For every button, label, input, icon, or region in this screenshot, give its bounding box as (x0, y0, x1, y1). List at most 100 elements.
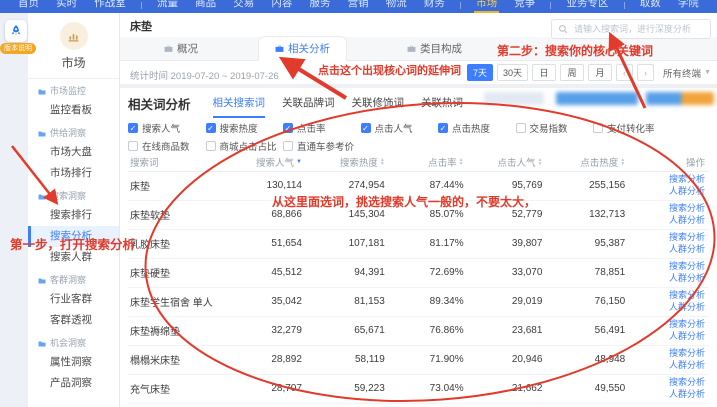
nav-item-data-fetch[interactable]: 取数 (638, 0, 663, 13)
crowd-analysis-link[interactable]: 人群分析 (669, 360, 705, 371)
nav-item-market[interactable]: 市场 (474, 0, 499, 13)
filter-online-items[interactable]: 在线商品数 (128, 139, 206, 153)
nav-item-trade[interactable]: 交易 (231, 0, 256, 13)
nav-item-finance[interactable]: 财务 (422, 0, 447, 13)
sort-toggle-icon[interactable]: ▲▼ (380, 158, 385, 166)
table-row: 床垫硬垫 45,512 94,391 72.69% 33,070 78,851 … (128, 258, 709, 287)
keyword-cell: 乳胶床垫 (128, 229, 241, 258)
ptab-modifier-words[interactable]: 关联修饰词 (352, 95, 405, 118)
filter-click-rate[interactable]: ✓点击率 (283, 121, 361, 135)
range-month-button[interactable]: 月 (588, 64, 612, 81)
col-search-popularity: 搜索人气▼ (241, 154, 318, 171)
crowd-analysis-link[interactable]: 人群分析 (669, 215, 705, 226)
blurred-legend-chip (646, 92, 714, 105)
range-week-button[interactable]: 周 (560, 64, 584, 81)
search-analysis-link[interactable]: 搜索分析 (669, 174, 705, 185)
sidebar-item-market-ranking[interactable]: 市场排行 (28, 163, 119, 184)
keyword-cell: 充气床垫 (128, 374, 241, 403)
sort-toggle-icon[interactable]: ▲▼ (459, 158, 464, 166)
sidebar-item-product-insight[interactable]: 产品洞察 (28, 373, 119, 394)
folder-icon (38, 130, 46, 138)
filter-trade-index[interactable]: 交易指数 (516, 121, 594, 135)
filter-ztc-ref-price[interactable]: 直通车参考价 (283, 139, 361, 153)
search-analysis-link[interactable]: 搜索分析 (669, 319, 705, 330)
table-row: 床垫褥绵垫 32,279 65,671 76.86% 23,681 56,491… (128, 316, 709, 345)
nav-item-goods[interactable]: 商品 (193, 0, 218, 13)
tab-related-analysis[interactable]: 相关分析 (258, 36, 347, 61)
market-app-icon (60, 22, 88, 50)
checkbox-checked-icon: ✓ (128, 123, 138, 133)
sidebar-item-attribute-insight[interactable]: 属性洞察 (28, 352, 119, 373)
col-search-heat: 搜索热度▲▼ (318, 154, 401, 171)
crowd-analysis-link[interactable]: 人群分析 (669, 389, 705, 400)
search-analysis-link[interactable]: 搜索分析 (669, 377, 705, 388)
search-input[interactable] (572, 23, 704, 35)
sidebar-item-monitor-board[interactable]: 监控看板 (28, 100, 119, 121)
filter-click-heat[interactable]: ✓点击热度 (438, 121, 516, 135)
filter-pay-conversion[interactable]: 支付转化率 (593, 121, 671, 135)
filter-click-popularity[interactable]: ✓点击人气 (361, 121, 439, 135)
checkbox-unchecked-icon (128, 141, 138, 151)
keyword-cell: 床垫软垫 (128, 200, 241, 229)
sidebar-item-search-ranking[interactable]: 搜索排行 (28, 205, 119, 226)
ptab-hot-words[interactable]: 关联热词 (421, 95, 463, 118)
filter-mall-click-share[interactable]: 商城点击占比 (206, 139, 284, 153)
search-analysis-link[interactable]: 搜索分析 (669, 203, 705, 214)
col-click-popularity: 点击人气▲▼ (480, 154, 559, 171)
crowd-analysis-link[interactable]: 人群分析 (669, 273, 705, 284)
sidebar-group-customer-insight: 客群洞察 (28, 268, 119, 289)
nav-item-service[interactable]: 服务 (308, 0, 333, 13)
related-words-panel: 相关词分析 相关搜索词 关联品牌词 关联修饰词 关联热词 ✓搜索人气 ✓搜索热度… (120, 88, 717, 407)
annotation-tab-tip: 点击这个出现核心词的延伸词 (318, 62, 461, 78)
search-analysis-link[interactable]: 搜索分析 (669, 290, 705, 301)
nav-item-academy[interactable]: 学院 (676, 0, 701, 13)
search-analysis-link[interactable]: 搜索分析 (669, 232, 705, 243)
ptab-brand-words[interactable]: 关联品牌词 (282, 95, 335, 118)
sidebar: 市场 市场监控 监控看板 供给洞察 市场大盘 市场排行 搜索洞察 搜索排行 搜索… (28, 13, 120, 407)
sidebar-item-industry-customers[interactable]: 行业客群 (28, 289, 119, 310)
nav-item-marketing[interactable]: 营销 (346, 0, 371, 13)
rocket-icon[interactable] (5, 20, 27, 42)
col-actions: 操作 (641, 154, 709, 171)
prev-period-button[interactable]: ‹ (616, 64, 633, 81)
search-analysis-link[interactable]: 搜索分析 (669, 348, 705, 359)
sort-toggle-icon[interactable]: ▲▼ (537, 158, 542, 166)
nav-item-competition[interactable]: 竞争 (512, 0, 537, 13)
nav-item-content[interactable]: 内容 (269, 0, 294, 13)
sidebar-group-supply-insight: 供给洞察 (28, 121, 119, 142)
sidebar-app-header: 市场 (28, 13, 119, 79)
crowd-analysis-link[interactable]: 人群分析 (669, 302, 705, 313)
terminal-dropdown[interactable]: 所有终端 ▼ (663, 66, 711, 80)
checkbox-checked-icon: ✓ (361, 123, 371, 133)
next-period-button[interactable]: › (637, 64, 654, 81)
app-window: 首页 实时 作战室 流量 商品 交易 内容 服务 营销 物流 财务 市场 竞争 … (0, 0, 717, 407)
crowd-analysis-link[interactable]: 人群分析 (669, 331, 705, 342)
nav-divider (624, 2, 625, 9)
filter-search-popularity[interactable]: ✓搜索人气 (128, 121, 206, 135)
range-day-button[interactable]: 日 (532, 64, 556, 81)
version-badge: 版本说明 (0, 43, 36, 54)
crowd-analysis-link[interactable]: 人群分析 (669, 244, 705, 255)
filter-search-heat[interactable]: ✓搜索热度 (206, 121, 284, 135)
tab-overview[interactable]: 概况 (148, 36, 214, 60)
sidebar-item-customer-perspective[interactable]: 客群透视 (28, 310, 119, 331)
sidebar-group-market-monitor: 市场监控 (28, 79, 119, 100)
chevron-down-icon: ▼ (704, 69, 711, 76)
sort-desc-icon[interactable]: ▼ (296, 159, 302, 165)
nav-item-logistics[interactable]: 物流 (384, 0, 409, 13)
range-7d-button[interactable]: 7天 (467, 64, 493, 81)
nav-item-bizzone[interactable]: 业务专区 (565, 0, 611, 13)
ptab-related-search-words[interactable]: 相关搜索词 (213, 95, 266, 118)
nav-item-warroom[interactable]: 作战室 (92, 0, 128, 13)
keyword-cell: 榻榻米床垫 (128, 345, 241, 374)
crowd-analysis-link[interactable]: 人群分析 (669, 186, 705, 197)
tab-category-composition[interactable]: 类目构成 (391, 36, 478, 60)
nav-item-realtime[interactable]: 实时 (54, 0, 79, 13)
search-analysis-link[interactable]: 搜索分析 (669, 261, 705, 272)
sidebar-item-market-overview[interactable]: 市场大盘 (28, 142, 119, 163)
range-30d-button[interactable]: 30天 (497, 64, 528, 81)
sort-toggle-icon[interactable]: ▲▼ (620, 158, 625, 166)
nav-item-home[interactable]: 首页 (16, 0, 41, 13)
nav-item-traffic[interactable]: 流量 (155, 0, 180, 13)
folder-icon (38, 193, 46, 201)
